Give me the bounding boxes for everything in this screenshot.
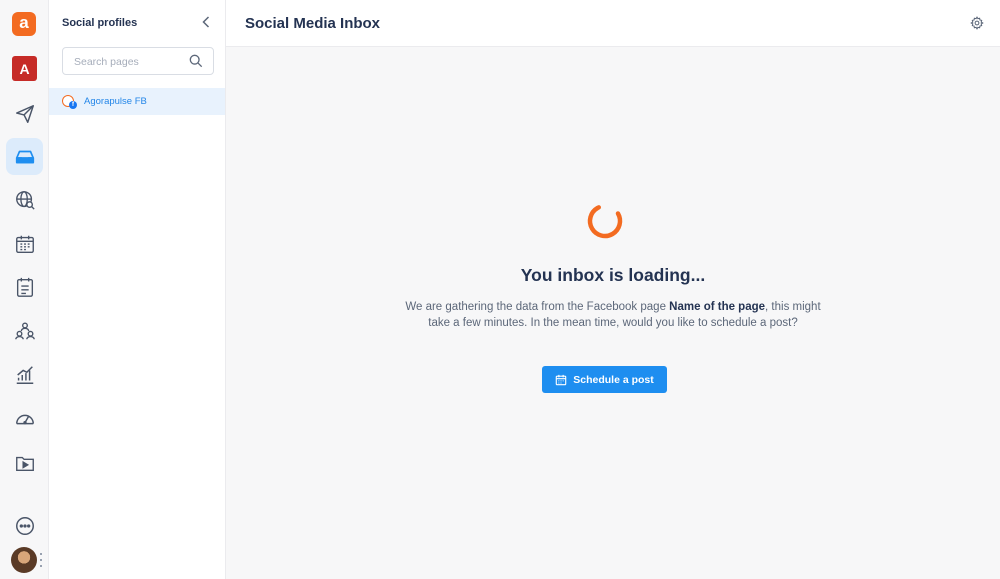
loading-spinner-icon [587,203,623,239]
nav-inbox[interactable] [6,138,43,175]
gear-icon[interactable] [970,16,984,30]
nav-planner[interactable] [6,268,43,305]
nav-publish[interactable] [6,95,43,132]
user-menu-icon[interactable] [39,553,43,567]
reports-icon [16,365,33,384]
profile-item-agorapulse-fb[interactable]: f Agorapulse FB [49,88,225,115]
social-profiles-panel: Social profiles f Agorapulse FB [49,0,226,579]
agorapulse-logo[interactable]: a [12,12,36,36]
dashboard-icon [15,414,34,424]
schedule-post-button[interactable]: Schedule a post [542,366,667,393]
user-avatar[interactable] [11,547,37,573]
nav-reports[interactable] [6,356,43,393]
brand-letter: A [19,60,30,77]
organization-switcher[interactable]: A [12,56,37,81]
more-icon [15,516,34,535]
loading-description: We are gathering the data from the Faceb… [393,300,833,331]
inbox-icon [15,150,34,163]
nav-more[interactable] [6,507,43,544]
search-icon[interactable] [189,54,203,68]
app-nav-rail: a A [0,0,49,579]
publish-icon [15,104,34,123]
logo-letter: a [19,13,29,32]
nav-dashboard[interactable] [6,400,43,437]
collapse-panel-button[interactable] [199,14,213,30]
facebook-icon: f [69,101,77,109]
page-name: Name of the page [669,301,766,313]
page-title: Social Media Inbox [245,15,381,32]
panel-title: Social profiles [62,17,138,29]
nav-listening[interactable] [6,181,43,218]
search-box [62,47,214,75]
loading-title: You inbox is loading... [520,265,706,285]
page-header: Social Media Inbox [226,0,1000,47]
profile-name: Agorapulse FB [84,96,147,107]
calendar-icon [555,374,567,385]
nav-media-library[interactable] [6,444,43,481]
inbox-loading-state: You inbox is loading... We are gathering… [226,47,1000,579]
desc-prefix: We are gathering the data from the Faceb… [405,301,670,313]
nav-calendar[interactable] [6,225,43,262]
schedule-post-label: Schedule a post [573,373,654,386]
media-library-icon [15,456,34,471]
calendar-icon [15,235,34,253]
chevron-left-icon [202,16,210,28]
listening-icon [15,190,35,210]
planner-icon [16,277,33,297]
team-icon [14,322,35,339]
search-input[interactable] [74,54,184,69]
nav-team[interactable] [6,312,43,349]
